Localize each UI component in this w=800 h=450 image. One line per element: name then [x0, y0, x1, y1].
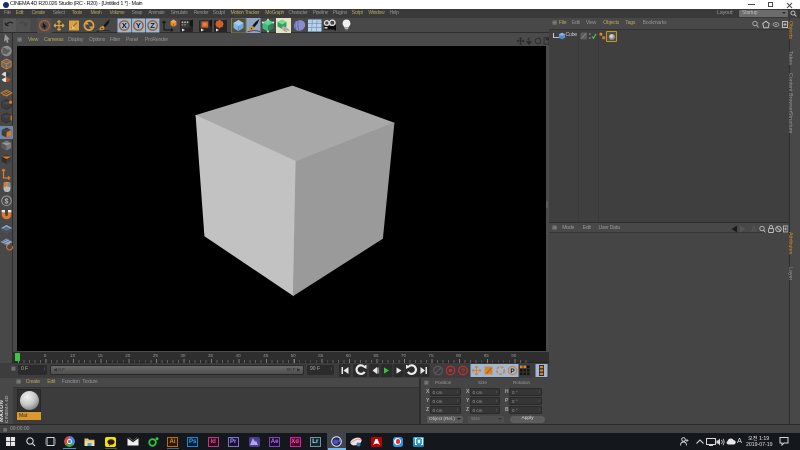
svg-text:X: X: [122, 21, 127, 30]
svg-text:P: P: [510, 368, 515, 375]
svg-text:?: ?: [461, 366, 466, 375]
svg-text:$: $: [5, 198, 9, 205]
svg-text:Y: Y: [136, 21, 141, 30]
svg-text:Z: Z: [150, 21, 155, 30]
svg-text:A: A: [751, 225, 757, 233]
